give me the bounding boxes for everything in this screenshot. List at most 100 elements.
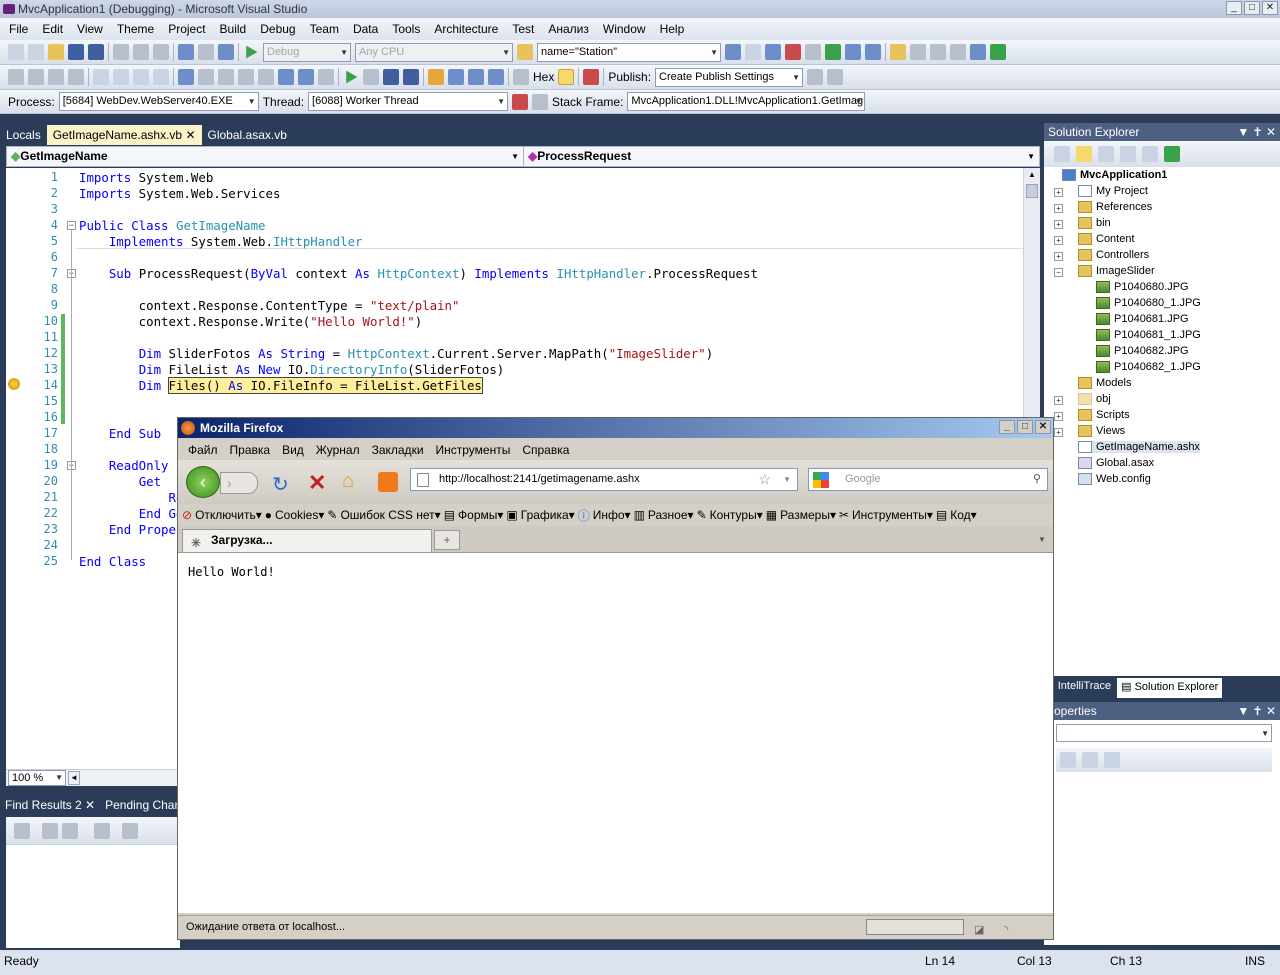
bubble3-icon[interactable]: [238, 69, 254, 85]
tree-root[interactable]: MvcApplication1: [1062, 169, 1167, 181]
tree-item[interactable]: P1040680.JPG: [1096, 281, 1189, 293]
navigate-icon[interactable]: [218, 44, 234, 60]
maximize-icon[interactable]: □: [1244, 1, 1260, 15]
new-tab-icon[interactable]: +: [434, 530, 460, 550]
expand-icon[interactable]: +: [1054, 428, 1063, 437]
prev-bookmark-icon[interactable]: [278, 69, 294, 85]
bubble2-icon[interactable]: [218, 69, 234, 85]
class-dropdown[interactable]: ◆GetImageName ▼: [7, 147, 524, 166]
property-pages-icon[interactable]: [1104, 752, 1120, 768]
paste-icon[interactable]: [153, 44, 169, 60]
zoom-select[interactable]: 100 % ▼: [8, 770, 66, 786]
se-window-controls[interactable]: ▼ ✝ ✕: [1237, 123, 1276, 141]
configuration-select[interactable]: Debug ▼: [263, 42, 351, 62]
hex-toggle[interactable]: Hex: [533, 70, 554, 84]
back-icon[interactable]: ‹: [186, 466, 220, 498]
home-icon[interactable]: ⌂: [342, 470, 354, 493]
search-bar[interactable]: Google ⚲: [808, 468, 1048, 491]
dev-css[interactable]: Ошибок CSS нет▾: [340, 508, 440, 522]
team-explorer-icon[interactable]: [910, 44, 926, 60]
source-control-icon[interactable]: [930, 44, 946, 60]
save-all-icon[interactable]: [88, 44, 104, 60]
comment-icon[interactable]: [133, 69, 149, 85]
stop-icon[interactable]: ✕: [308, 470, 326, 496]
tree-item[interactable]: bin: [1078, 217, 1111, 229]
bookmark-icon[interactable]: [890, 44, 906, 60]
tree-item[interactable]: P1040682.JPG: [1096, 345, 1189, 357]
thread-select[interactable]: [6088] Worker Thread ▼: [308, 92, 509, 111]
stackframe-select[interactable]: MvcApplication1.DLL!MvcApplication1.GetI…: [627, 92, 866, 111]
ff-menu-edit[interactable]: Правка: [224, 443, 277, 457]
format-icon[interactable]: [8, 69, 24, 85]
menu-theme[interactable]: Theme: [110, 22, 161, 36]
menu-debug[interactable]: Debug: [253, 22, 302, 36]
indent-icon[interactable]: [93, 69, 109, 85]
clear-all-icon[interactable]: [94, 823, 110, 839]
ff-menu-view[interactable]: Вид: [276, 443, 310, 457]
ff-close-icon[interactable]: ✕: [1035, 420, 1051, 434]
save-icon[interactable]: [68, 44, 84, 60]
quickwatch-icon[interactable]: [513, 69, 529, 85]
dev-forms[interactable]: Формы▾: [458, 508, 503, 522]
minimize-icon[interactable]: _: [1226, 1, 1242, 15]
expand-icon[interactable]: +: [1054, 252, 1063, 261]
google-icon[interactable]: [813, 472, 829, 488]
bubble4-icon[interactable]: [258, 69, 274, 85]
menu-test[interactable]: Test: [505, 22, 541, 36]
hex-display-icon[interactable]: [558, 69, 575, 85]
platform-select[interactable]: Any CPU ▼: [355, 42, 513, 62]
search-icon[interactable]: ⚲: [1033, 469, 1041, 490]
expand-icon[interactable]: +: [1054, 396, 1063, 405]
menu-help[interactable]: Help: [653, 22, 692, 36]
menu-build[interactable]: Build: [213, 22, 254, 36]
url-bar[interactable]: http://localhost:2141/getimagename.ashx …: [410, 468, 798, 491]
dev-cookies[interactable]: Cookies▾: [275, 508, 324, 522]
outdent-icon[interactable]: [113, 69, 129, 85]
collapse-icon[interactable]: −: [1054, 268, 1063, 277]
step-over-icon[interactable]: [468, 69, 484, 85]
url-dropdown-icon[interactable]: ▼: [783, 469, 791, 490]
tab-global-asax[interactable]: Global.asax.vb: [202, 125, 293, 145]
menu-data[interactable]: Data: [346, 22, 385, 36]
align-icon[interactable]: [28, 69, 44, 85]
tree-item[interactable]: References: [1078, 201, 1152, 213]
menu-analyze[interactable]: Анализ: [541, 22, 596, 36]
new-project-icon[interactable]: [8, 44, 24, 60]
next-bookmark-icon[interactable]: [298, 69, 314, 85]
process-select[interactable]: [5684] WebDev.WebServer40.EXE ▼: [58, 92, 259, 111]
close-icon[interactable]: ✕: [1262, 1, 1278, 15]
step-into-icon[interactable]: [448, 69, 464, 85]
se-refresh-icon[interactable]: [1098, 146, 1114, 162]
command-window-icon[interactable]: [865, 44, 881, 60]
copy-icon[interactable]: [133, 44, 149, 60]
ff-menu-help[interactable]: Справка: [516, 443, 575, 457]
scroll-left-icon[interactable]: ◄: [68, 771, 80, 785]
dev-disable[interactable]: Отключить▾: [195, 508, 262, 522]
show-next-statement-icon[interactable]: [428, 69, 444, 85]
breakpoints-icon[interactable]: [583, 69, 600, 85]
ff-menu-history[interactable]: Журнал: [310, 443, 366, 457]
continue-icon[interactable]: [346, 70, 358, 84]
props-window-controls[interactable]: ▼ ✝ ✕: [1237, 702, 1276, 720]
solution-explorer-icon[interactable]: [725, 44, 741, 60]
rss-icon[interactable]: [378, 472, 398, 492]
prev-location-icon[interactable]: [42, 823, 58, 839]
tree-item[interactable]: Views: [1078, 425, 1125, 437]
dev-resize[interactable]: Размеры▾: [780, 508, 836, 522]
expand-icon[interactable]: +: [1054, 220, 1063, 229]
publish-select[interactable]: Create Publish Settings ▼: [655, 67, 804, 87]
menu-view[interactable]: View: [70, 22, 110, 36]
expand-icon[interactable]: +: [1054, 204, 1063, 213]
flag-icon[interactable]: [532, 93, 549, 110]
tab-list-icon[interactable]: ▼: [1033, 530, 1051, 550]
open-icon[interactable]: [48, 44, 64, 60]
menu-window[interactable]: Window: [596, 22, 653, 36]
properties-object-select[interactable]: ▼: [1056, 724, 1272, 742]
tree-item[interactable]: P1040681.JPG: [1096, 313, 1189, 325]
find-in-files-icon[interactable]: [517, 44, 533, 60]
publish-settings-icon[interactable]: [827, 69, 844, 85]
step-out-icon[interactable]: [488, 69, 504, 85]
stop-icon[interactable]: [383, 69, 399, 85]
ff-minimize-icon[interactable]: _: [999, 420, 1015, 434]
clear-bookmark-icon[interactable]: [318, 69, 334, 85]
